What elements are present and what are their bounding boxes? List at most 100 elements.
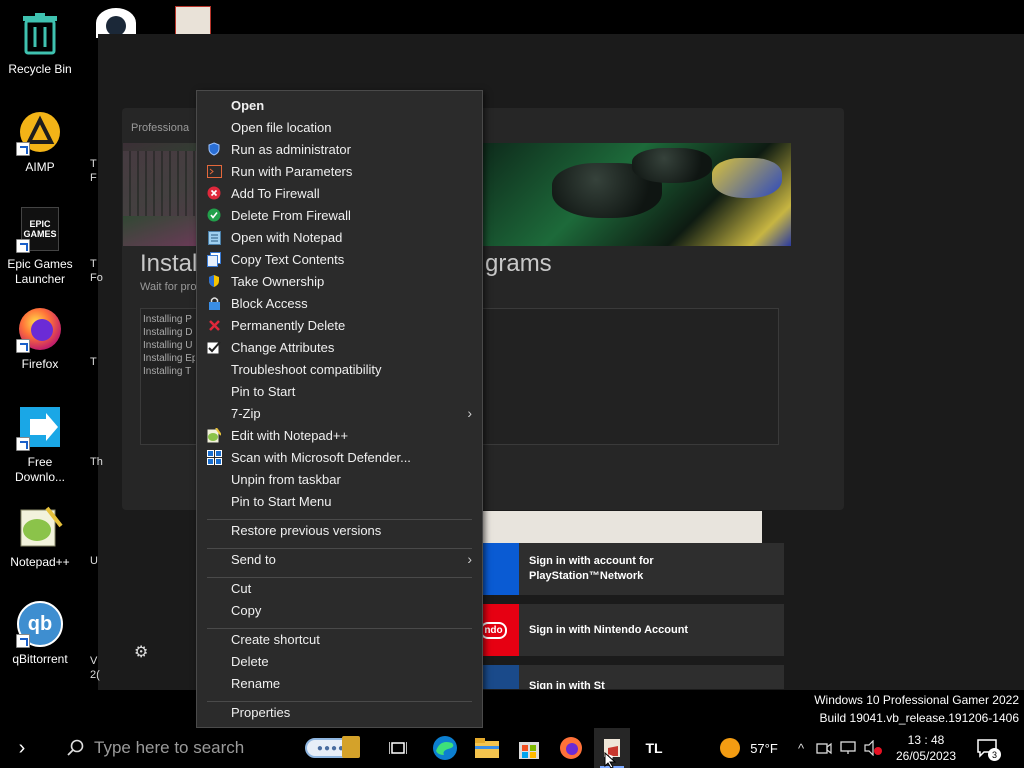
nintendo-signin-button[interactable]: ndo Sign in with Nintendo Account: [480, 604, 784, 656]
free-download-manager-icon: [16, 403, 64, 451]
mouse-cursor-icon: [604, 752, 617, 768]
windows-build-watermark: Build 19041.vb_release.191206-1406: [819, 711, 1020, 725]
desktop-icon-aimp[interactable]: AIMP: [0, 108, 80, 175]
shortcut-arrow-icon: [16, 339, 30, 353]
show-more-arrow-icon[interactable]: ›: [0, 728, 44, 768]
firefox-taskbar-icon[interactable]: [556, 728, 586, 768]
desktop-icon-epic-games[interactable]: EPIC GAMES Epic Games Launcher: [0, 205, 80, 287]
context-menu-item-copy[interactable]: Copy: [197, 599, 482, 621]
context-menu-item-run-with-parameters[interactable]: Run with Parameters: [197, 160, 482, 182]
context-menu-item-7-zip[interactable]: 7-Zip ›: [197, 402, 482, 424]
aimp-icon: [16, 108, 64, 156]
steam-logo-icon: [482, 665, 519, 689]
context-menu-item-label: 7-Zip: [231, 405, 261, 421]
firewall-allow-icon: [206, 207, 222, 223]
context-menu-item-label: Properties: [231, 704, 291, 720]
edge-icon[interactable]: [430, 728, 460, 768]
partial-desktop-label: T Fo: [90, 258, 103, 284]
context-menu-item-label: Change Attributes: [231, 339, 335, 355]
password-lock-icon[interactable]: ●●●●: [296, 728, 366, 768]
desktop-icon-free-download-manager[interactable]: Free Downlo...: [0, 403, 80, 485]
context-menu-item-open-file-location[interactable]: Open file location: [197, 116, 482, 138]
notification-center-icon[interactable]: 3: [972, 728, 1002, 768]
system-clock[interactable]: 13 : 48 26/05/2023: [888, 728, 964, 768]
network-icon[interactable]: [838, 728, 860, 768]
context-menu-separator: [207, 548, 472, 549]
volume-muted-icon[interactable]: [862, 728, 884, 768]
context-menu-item-open-with-notepad[interactable]: Open with Notepad: [197, 226, 482, 248]
camera-tray-icon[interactable]: [814, 728, 834, 768]
context-menu-item-open[interactable]: Open: [197, 94, 482, 116]
install-log-line: Installing P: [143, 314, 192, 325]
context-menu-item-properties[interactable]: Properties: [197, 701, 482, 723]
shortcut-arrow-icon: [16, 437, 30, 451]
context-menu-item-label: Rename: [231, 675, 281, 691]
context-menu-item-send-to[interactable]: Send to ›: [197, 548, 482, 570]
desktop-icon-recycle-bin[interactable]: Recycle Bin: [0, 10, 80, 77]
context-menu-item-delete[interactable]: Delete: [197, 650, 482, 672]
context-menu-item-label: Scan with Microsoft Defender...: [231, 449, 411, 465]
weather-temperature[interactable]: 57°F: [746, 728, 782, 768]
context-menu-item-take-ownership[interactable]: Take Ownership: [197, 270, 482, 292]
context-menu-item-copy-text-contents[interactable]: Copy Text Contents: [197, 248, 482, 270]
file-explorer-icon[interactable]: [472, 728, 502, 768]
context-menu-item-add-to-firewall[interactable]: Add To Firewall: [197, 182, 482, 204]
context-menu-item-pin-to-start[interactable]: Pin to Start: [197, 380, 482, 402]
steam-signin-button[interactable]: Sign in with St: [482, 665, 784, 689]
search-box[interactable]: Type here to search: [94, 728, 274, 768]
notification-count-badge: 3: [988, 748, 1001, 761]
context-menu-item-label: Edit with Notepad++: [231, 427, 349, 443]
clock-time: 13 : 48: [907, 733, 945, 747]
context-menu-item-label: Open: [231, 97, 265, 113]
installer-app-icon[interactable]: [175, 6, 211, 36]
tl-app-icon[interactable]: TL: [638, 728, 670, 768]
context-menu-item-change-attributes[interactable]: Change Attributes: [197, 336, 482, 358]
playstation-signin-button[interactable]: Sign in with account for PlayStation™Netw…: [482, 543, 784, 595]
partial-desktop-label: TF: [90, 158, 97, 184]
weather-sun-icon[interactable]: [716, 728, 744, 768]
context-menu-item-label: Run as administrator: [231, 141, 351, 157]
context-menu-item-run-as-administrator[interactable]: Run as administrator: [197, 138, 482, 160]
context-menu-item-troubleshoot-compatibility[interactable]: Troubleshoot compatibility: [197, 358, 482, 380]
desktop-icon-qbittorrent[interactable]: qb qBittorrent: [0, 600, 80, 667]
search-icon[interactable]: [62, 728, 88, 768]
context-menu-item-create-shortcut[interactable]: Create shortcut: [197, 628, 482, 650]
desktop-icon-firefox[interactable]: Firefox: [0, 305, 80, 372]
context-menu-item-pin-to-start-menu[interactable]: Pin to Start Menu: [197, 490, 482, 512]
clock-date: 26/05/2023: [895, 749, 957, 763]
desktop-icon-label: qBittorrent: [12, 652, 68, 666]
microsoft-store-icon[interactable]: [514, 728, 544, 768]
install-log-box-right: [482, 308, 779, 445]
partial-desktop-label: Th: [90, 456, 103, 468]
context-menu-item-label: Restore previous versions: [231, 522, 382, 538]
context-menu-item-block-access[interactable]: Block Access: [197, 292, 482, 314]
context-menu-item-permanently-delete[interactable]: Permanently Delete: [197, 314, 482, 336]
panel-tag: Professiona: [131, 122, 190, 134]
settings-gear-icon[interactable]: ⚙: [134, 642, 148, 662]
desktop-icon-label: Firefox: [21, 357, 59, 371]
context-menu-item-unpin-from-taskbar[interactable]: Unpin from taskbar: [197, 468, 482, 490]
task-view-icon[interactable]: [386, 728, 410, 768]
context-menu-item-scan-with-microsoft-defender[interactable]: Scan with Microsoft Defender...: [197, 446, 482, 468]
context-menu: Open Open file location Run as administrat…: [196, 90, 483, 728]
context-menu-item-delete-from-firewall[interactable]: Delete From Firewall: [197, 204, 482, 226]
installer-subtitle: Wait for pro: [140, 281, 197, 293]
context-menu-item-label: Cut: [231, 580, 252, 596]
show-hidden-icons-chevron-icon[interactable]: ^: [792, 728, 810, 768]
context-menu-item-label: Run with Parameters: [231, 163, 353, 179]
submenu-arrow-icon: ›: [467, 551, 472, 567]
context-menu-item-rename[interactable]: Rename: [197, 672, 482, 694]
context-menu-item-cut[interactable]: Cut: [197, 577, 482, 599]
desktop-icon-label: AIMP: [25, 160, 55, 174]
context-menu-item-label: Pin to Start: [231, 383, 296, 399]
desktop-icon-notepadpp[interactable]: Notepad++: [0, 503, 80, 570]
partial-desktop-label: T: [90, 356, 97, 368]
context-menu-item-edit-with-notepad[interactable]: Edit with Notepad++: [197, 424, 482, 446]
desktop-icon-label: Recycle Bin: [8, 62, 72, 76]
taskbar: › Type here to search ●●●● TL 57°F ^ 13 …: [0, 728, 1024, 768]
context-menu-item-label: Copy: [231, 602, 262, 618]
context-menu-item-restore-previous-versions[interactable]: Restore previous versions: [197, 519, 482, 541]
installer-title-right: grams: [485, 250, 552, 277]
lock-icon: [206, 295, 222, 311]
context-menu-item-label: Add To Firewall: [231, 185, 320, 201]
